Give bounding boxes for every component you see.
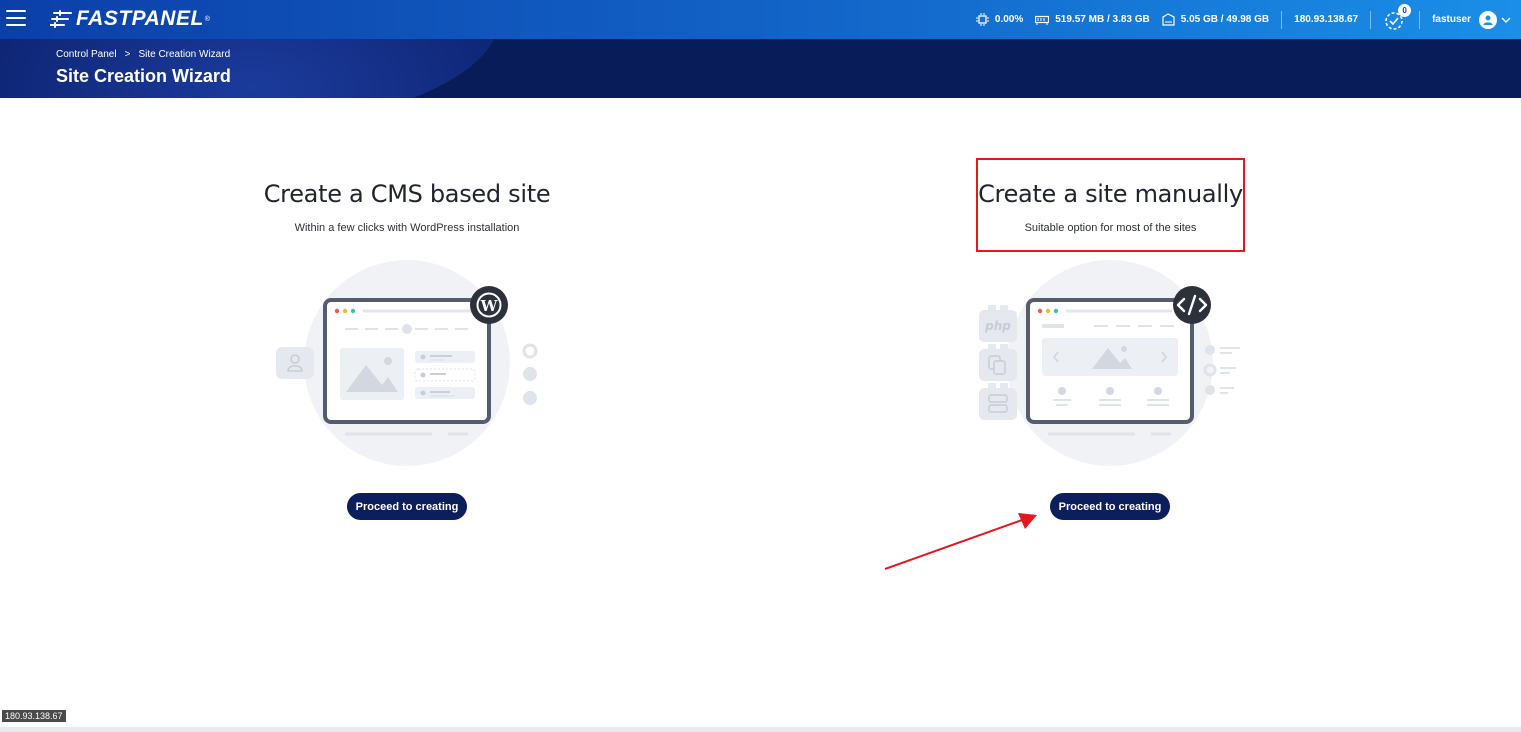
logo-registered-mark: ® bbox=[204, 15, 210, 23]
proceed-cms-button[interactable]: Proceed to creating bbox=[347, 493, 467, 520]
cms-option-heading: Create a CMS based site Within a few cli… bbox=[227, 180, 587, 234]
proceed-manual-button[interactable]: Proceed to creating bbox=[1050, 493, 1170, 520]
breadcrumb-control-panel[interactable]: Control Panel bbox=[56, 49, 117, 60]
avatar bbox=[1479, 10, 1497, 29]
chevron-down-icon bbox=[1501, 17, 1511, 23]
server-stats: 0.00% 519.57 MB / 3.83 GB 5.05 GB / 49.9… bbox=[975, 0, 1521, 39]
manual-illustration: php bbox=[979, 260, 1240, 466]
server-ip: 180.93.138.67 bbox=[1294, 14, 1358, 25]
server-ip-value: 180.93.138.67 bbox=[1294, 14, 1359, 25]
annotation-arrow bbox=[884, 513, 1037, 570]
page-title: Site Creation Wizard bbox=[56, 66, 231, 86]
disk-icon bbox=[1162, 13, 1175, 26]
memory-icon bbox=[1035, 15, 1050, 25]
cpu-icon bbox=[975, 13, 989, 26]
breadcrumb-site-creation-wizard[interactable]: Site Creation Wizard bbox=[138, 49, 230, 60]
divider bbox=[1281, 10, 1283, 29]
menu-icon[interactable] bbox=[6, 10, 26, 28]
php-label: php bbox=[984, 319, 1011, 333]
cms-option-title: Create a CMS based site bbox=[263, 180, 551, 208]
status-url-tooltip: 180.93.138.67 bbox=[2, 710, 66, 722]
logo-text: FASTPANEL bbox=[76, 7, 204, 30]
username: fastuser bbox=[1432, 14, 1471, 25]
user-icon bbox=[1483, 15, 1493, 25]
annotation-highlight-box bbox=[976, 158, 1245, 252]
cms-illustration: W bbox=[276, 260, 538, 466]
cms-option-subtitle: Within a few clicks with WordPress insta… bbox=[294, 222, 520, 234]
user-menu[interactable]: fastuser bbox=[1432, 10, 1511, 29]
page-header: Control Panel > Site Creation Wizard Sit… bbox=[0, 39, 1521, 98]
disk-stat: 5.05 GB / 49.98 GB bbox=[1162, 13, 1269, 26]
ram-stat: 519.57 MB / 3.83 GB bbox=[1035, 14, 1150, 25]
cpu-stat: 0.00% bbox=[975, 13, 1024, 26]
logo[interactable]: FASTPANEL ® bbox=[50, 7, 210, 30]
top-bar: FASTPANEL ® 0.00% 519.57 MB / 3.83 GB 5.0… bbox=[0, 0, 1521, 39]
cpu-value: 0.00% bbox=[994, 14, 1024, 25]
breadcrumb: Control Panel > Site Creation Wizard bbox=[56, 49, 230, 60]
bottom-strip bbox=[0, 727, 1521, 732]
divider bbox=[1419, 10, 1421, 29]
logo-icon bbox=[50, 10, 72, 28]
breadcrumb-separator: > bbox=[124, 49, 131, 60]
tasks-button[interactable]: 0 bbox=[1383, 3, 1412, 31]
disk-value: 5.05 GB / 49.98 GB bbox=[1180, 14, 1270, 25]
divider bbox=[1370, 10, 1372, 29]
ram-value: 519.57 MB / 3.83 GB bbox=[1055, 14, 1150, 25]
svg-text:W: W bbox=[480, 297, 499, 315]
notifications-badge: 0 bbox=[1398, 3, 1412, 17]
